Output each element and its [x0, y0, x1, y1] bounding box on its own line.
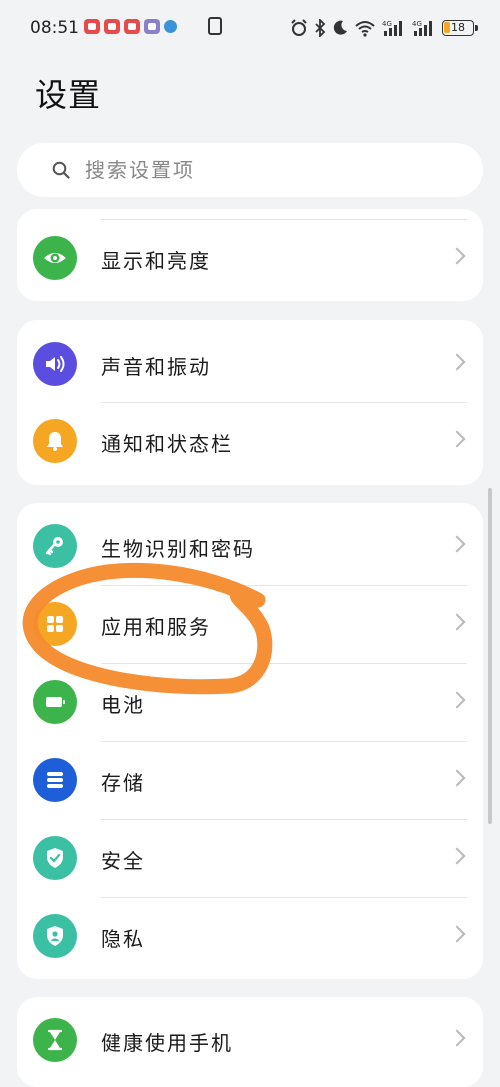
settings-group-sound-notification: 声音和振动 通知和状态栏: [17, 320, 483, 485]
status-time: 08:51: [30, 18, 79, 38]
app-notification-icon: [144, 19, 160, 34]
settings-item-privacy[interactable]: 隐私: [17, 897, 483, 975]
bell-icon: [33, 419, 77, 463]
settings-item-label: 显示和亮度: [101, 249, 211, 273]
settings-group-display: 显示和亮度: [17, 209, 483, 301]
signal-4g-icon: 4G: [382, 20, 402, 36]
search-icon: [52, 161, 70, 179]
chevron-right-icon: [448, 353, 466, 371]
settings-item-healthy-usage[interactable]: 健康使用手机: [17, 1001, 483, 1079]
speaker-icon: [33, 342, 77, 386]
chevron-right-icon: [448, 1029, 466, 1047]
page-title: 设置: [35, 76, 102, 114]
system-icons: 4G 4G 18: [290, 15, 478, 41]
app-notification-icon: [104, 19, 120, 34]
chevron-right-icon: [448, 769, 466, 787]
search-input[interactable]: [85, 157, 465, 183]
notification-icons: [84, 19, 177, 34]
settings-item-display-brightness[interactable]: 显示和亮度: [17, 219, 483, 297]
scrollbar[interactable]: [488, 488, 492, 824]
storage-icon: [33, 758, 77, 802]
apps-grid-icon: [33, 602, 77, 646]
settings-item-notification-statusbar[interactable]: 通知和状态栏: [17, 402, 483, 480]
settings-item-label: 安全: [101, 849, 145, 873]
status-bar: 08:51 4G 4G 18: [0, 0, 500, 56]
hourglass-icon: [33, 1018, 77, 1062]
settings-group-health: 健康使用手机: [17, 997, 483, 1087]
settings-item-label: 声音和振动: [101, 355, 211, 379]
chevron-right-icon: [448, 925, 466, 943]
privacy-icon: [33, 914, 77, 958]
chevron-right-icon: [448, 691, 466, 709]
signal-4g-icon: 4G: [412, 20, 432, 36]
chevron-right-icon: [448, 430, 466, 448]
settings-item-label: 健康使用手机: [101, 1031, 233, 1055]
settings-item-security[interactable]: 安全: [17, 819, 483, 897]
chevron-right-icon: [448, 847, 466, 865]
eye-icon: [33, 236, 77, 280]
svg-text:4G: 4G: [412, 20, 422, 28]
settings-group-system: 生物识别和密码 应用和服务 电池 存储 安全 隐私: [17, 503, 483, 979]
settings-item-label: 生物识别和密码: [101, 537, 255, 561]
settings-item-label: 隐私: [101, 927, 145, 951]
settings-item-label: 电池: [101, 693, 145, 717]
alarm-icon: [291, 19, 307, 36]
app-notification-icon: [124, 19, 140, 34]
bluetooth-icon: [315, 19, 326, 37]
moon-icon: [333, 20, 347, 35]
shield-icon: [33, 836, 77, 880]
settings-item-battery[interactable]: 电池: [17, 663, 483, 741]
chevron-right-icon: [448, 613, 466, 631]
key-icon: [33, 524, 77, 568]
settings-item-label: 存储: [101, 771, 145, 795]
app-notification-icon: [84, 19, 100, 34]
battery-icon: [33, 680, 77, 724]
settings-item-sound-vibration[interactable]: 声音和振动: [17, 325, 483, 403]
settings-item-biometrics-password[interactable]: 生物识别和密码: [17, 507, 483, 585]
browser-notification-icon: [164, 20, 177, 33]
settings-item-apps-services[interactable]: 应用和服务: [17, 585, 483, 663]
settings-item-label: 应用和服务: [101, 615, 211, 639]
nfc-icon: [208, 17, 222, 35]
settings-item-storage[interactable]: 存储: [17, 741, 483, 819]
settings-item-label: 通知和状态栏: [101, 432, 233, 456]
chevron-right-icon: [448, 247, 466, 265]
battery-indicator: 18: [442, 20, 478, 36]
svg-text:4G: 4G: [382, 20, 392, 28]
wifi-icon: [355, 21, 375, 37]
chevron-right-icon: [448, 535, 466, 553]
search-bar[interactable]: [17, 143, 483, 197]
